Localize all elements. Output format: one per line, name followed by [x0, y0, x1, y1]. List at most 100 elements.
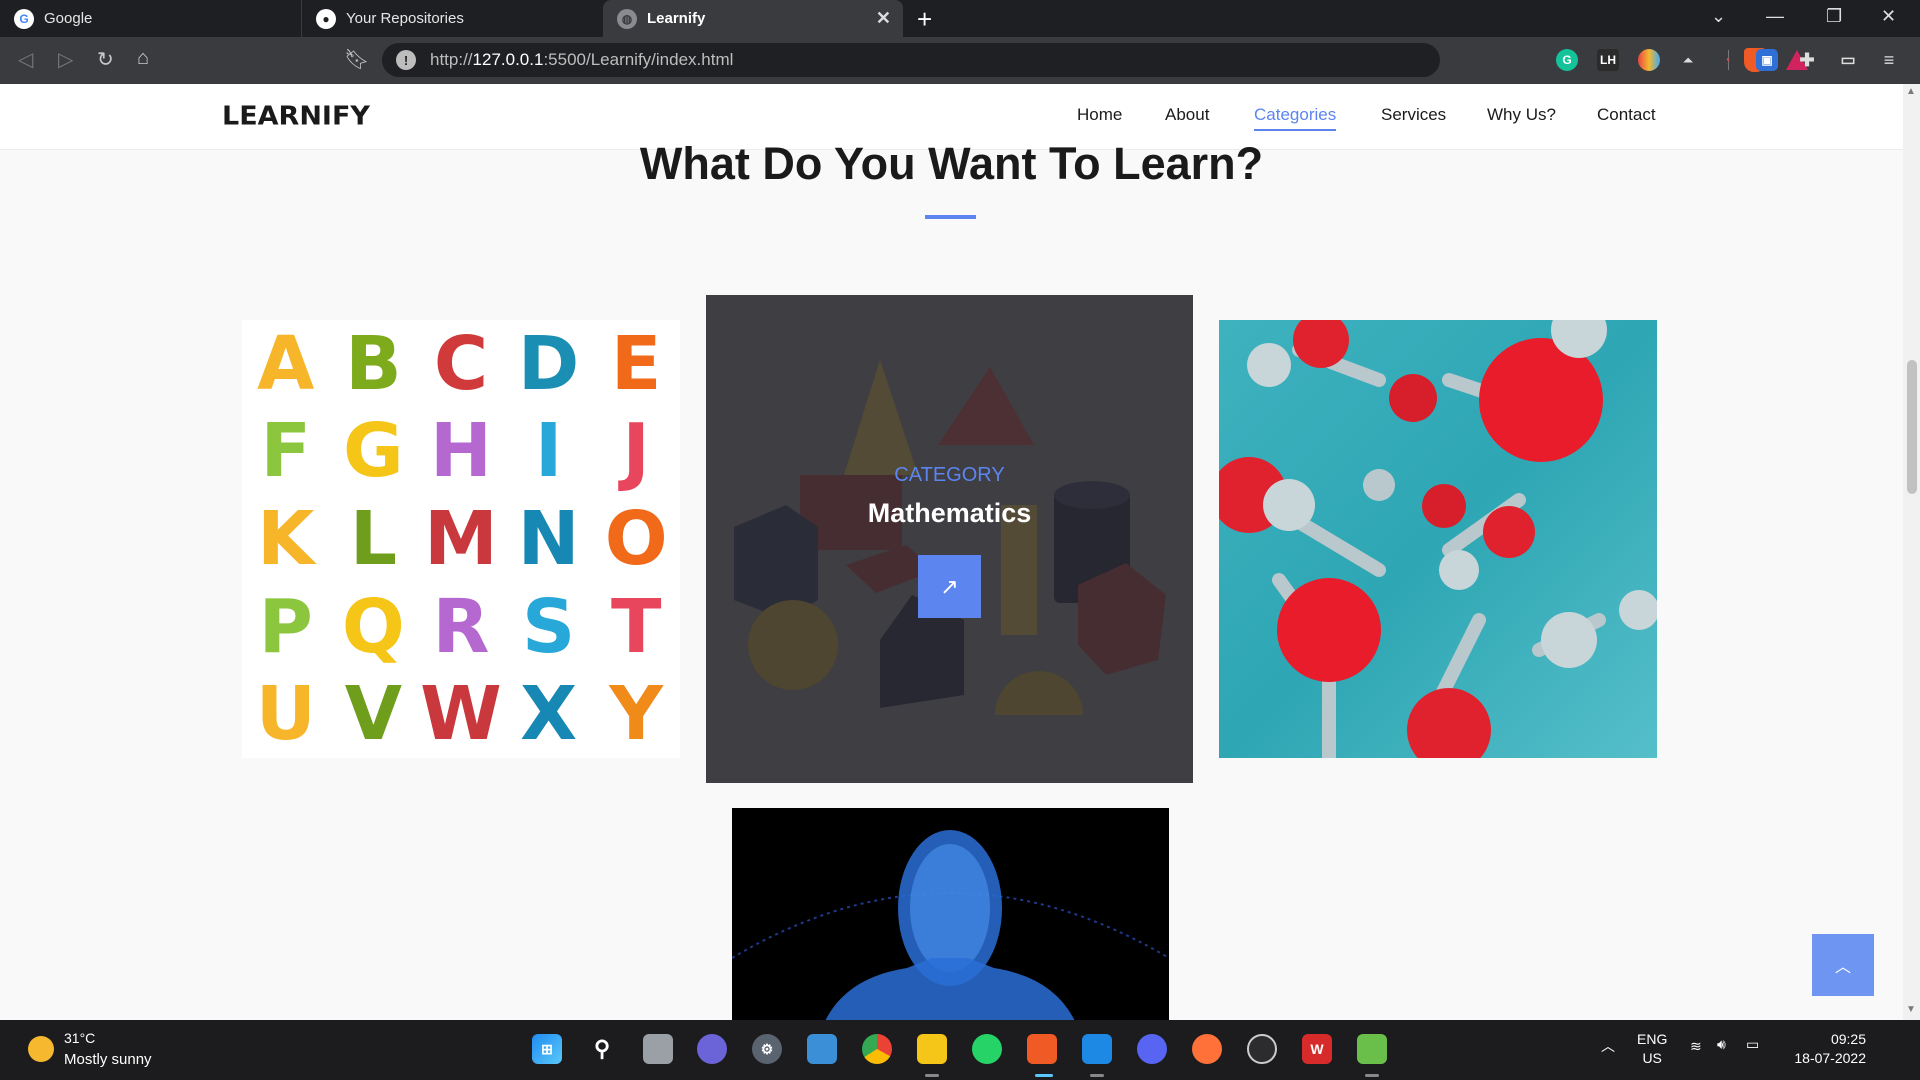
nav-home[interactable]: Home — [1077, 105, 1122, 125]
oxygen-atom — [1422, 484, 1466, 528]
brave-browser-icon[interactable] — [1027, 1034, 1057, 1064]
alphabet-letter: D — [517, 320, 580, 407]
alphabet-letter: T — [610, 583, 662, 670]
oxygen-atom — [1389, 374, 1437, 422]
alphabet-letter: S — [521, 583, 576, 670]
whatsapp-icon[interactable] — [972, 1034, 1002, 1064]
discord-icon[interactable] — [1137, 1034, 1167, 1064]
alphabet-letter: N — [517, 495, 580, 582]
category-card-chemistry[interactable] — [1219, 320, 1657, 758]
tab-label: Your Repositories — [346, 10, 464, 27]
start-icon[interactable]: ⊞ — [532, 1034, 562, 1064]
search-icon[interactable]: ⚲ — [587, 1034, 617, 1064]
task-view-icon[interactable] — [643, 1034, 673, 1064]
clockify-extension-icon[interactable]: ◔ — [1716, 49, 1738, 71]
tab-your-repositories[interactable]: ● Your Repositories — [302, 0, 602, 37]
chevron-up-icon: ︿ — [1834, 959, 1851, 976]
show-hidden-icons-chevron-icon[interactable]: ︿ — [1601, 1036, 1615, 1056]
alphabet-image: ABCDE FGHIJ KLMNO PQRST UVWXY — [242, 320, 680, 758]
page-scrollbar[interactable]: ▲ ▼ — [1903, 84, 1920, 1020]
site-logo[interactable]: LEARNIFY — [222, 102, 370, 131]
external-link-icon: ↗ — [940, 573, 959, 599]
scroll-down-arrow-icon[interactable]: ▼ — [1906, 1004, 1916, 1015]
close-tab-icon[interactable]: ✕ — [876, 8, 891, 29]
hydrogen-atom — [1263, 479, 1315, 531]
teams-chat-icon[interactable] — [697, 1034, 727, 1064]
lighthouse-extension-icon[interactable]: LH — [1597, 49, 1619, 71]
category-card-english[interactable]: ABCDE FGHIJ KLMNO PQRST UVWXY — [242, 320, 680, 758]
tab-learnify[interactable]: ◍ Learnify ✕ — [603, 0, 903, 37]
bookmark-icon[interactable]: 🔖︎ — [344, 47, 369, 72]
category-card-mathematics[interactable]: CATEGORY Mathematics ↗ — [706, 295, 1193, 783]
running-indicator — [925, 1074, 939, 1077]
address-bar[interactable]: ! http://127.0.0.1:5500/Learnify/index.h… — [382, 43, 1808, 77]
wallet-icon[interactable]: ▭ — [1837, 49, 1859, 71]
oxygen-atom-large — [1277, 578, 1381, 682]
page-viewport: LEARNIFY Home About Categories Services … — [0, 84, 1903, 1020]
upload-extension-icon[interactable]: ⏶ — [1677, 49, 1699, 71]
reload-icon[interactable]: ↻ — [97, 47, 114, 72]
nav-why-us[interactable]: Why Us? — [1487, 105, 1556, 125]
home-icon[interactable]: ⌂ — [137, 47, 149, 70]
nav-about[interactable]: About — [1165, 105, 1209, 125]
alphabet-letter: I — [534, 408, 563, 495]
nav-services[interactable]: Services — [1381, 105, 1446, 125]
vscode-icon[interactable] — [1082, 1034, 1112, 1064]
oxygen-atom — [1483, 506, 1535, 558]
forward-icon[interactable]: ▷ — [58, 47, 73, 72]
obs-icon[interactable] — [1247, 1034, 1277, 1064]
alphabet-letter: V — [344, 671, 403, 758]
alphabet-letter: A — [257, 320, 315, 407]
tab-label: Learnify — [647, 10, 706, 27]
running-indicator — [1365, 1074, 1379, 1077]
molecules-image — [1219, 320, 1657, 758]
category-kicker: CATEGORY — [894, 464, 1005, 486]
weather-sun-icon[interactable] — [28, 1036, 54, 1062]
grammarly-extension-icon[interactable]: G — [1556, 49, 1578, 71]
weather-temperature[interactable]: 31°C — [64, 1030, 95, 1046]
category-name: Mathematics — [867, 498, 1032, 528]
android-studio-icon[interactable] — [1357, 1034, 1387, 1064]
url-path: :5500/Learnify/index.html — [543, 50, 734, 69]
globe-icon: ◍ — [617, 8, 637, 29]
window-resizer-extension-icon[interactable]: ▣ — [1756, 49, 1778, 71]
scroll-thumb[interactable] — [1907, 360, 1917, 494]
scroll-to-top-button[interactable]: ︿ — [1812, 934, 1874, 996]
human-anatomy-image — [732, 830, 1169, 1020]
file-explorer-icon[interactable] — [917, 1034, 947, 1064]
nav-categories[interactable]: Categories — [1254, 105, 1337, 131]
nav-contact[interactable]: Contact — [1597, 105, 1656, 125]
language-code: ENG — [1637, 1031, 1668, 1047]
close-window-icon[interactable]: ✕ — [1881, 6, 1896, 27]
alphabet-letter: J — [622, 408, 650, 495]
wifi-icon[interactable]: ≋ — [1690, 1038, 1702, 1055]
new-tab-icon[interactable]: + — [917, 4, 932, 35]
scroll-up-arrow-icon[interactable]: ▲ — [1906, 86, 1916, 97]
firefox-icon[interactable] — [1192, 1034, 1222, 1064]
wps-office-icon[interactable]: W — [1302, 1034, 1332, 1064]
alphabet-letter: H — [430, 408, 492, 495]
minimize-icon[interactable]: — — [1766, 6, 1784, 27]
site-info-icon[interactable]: ! — [396, 50, 416, 70]
volume-icon[interactable]: 🔊︎ — [1717, 1036, 1726, 1053]
system-clock[interactable]: 09:25 18-07-2022 — [1790, 1030, 1866, 1068]
alphabet-letter: L — [349, 495, 397, 582]
back-icon[interactable]: ◁ — [18, 47, 33, 72]
restore-icon[interactable]: ❐ — [1826, 6, 1842, 27]
tab-label: Google — [44, 10, 93, 27]
tab-search-chevron-icon[interactable]: ⌄ — [1711, 6, 1726, 27]
extensions-puzzle-icon[interactable]: ✚ — [1796, 49, 1818, 71]
google-icon: G — [14, 8, 34, 29]
tab-google[interactable]: G Google — [0, 0, 302, 37]
language-indicator[interactable]: ENG US — [1637, 1030, 1667, 1068]
color-picker-extension-icon[interactable] — [1638, 49, 1660, 71]
settings-gear-icon[interactable]: ⚙ — [752, 1034, 782, 1064]
battery-icon[interactable]: ▭ — [1746, 1036, 1759, 1053]
hydrogen-atom — [1247, 343, 1291, 387]
open-category-button[interactable]: ↗ — [918, 555, 981, 618]
control-panel-icon[interactable] — [807, 1034, 837, 1064]
chrome-icon[interactable] — [862, 1034, 892, 1064]
weather-description[interactable]: Mostly sunny — [64, 1051, 152, 1068]
category-card-biology[interactable] — [732, 808, 1169, 1020]
menu-icon[interactable]: ≡ — [1878, 49, 1900, 71]
